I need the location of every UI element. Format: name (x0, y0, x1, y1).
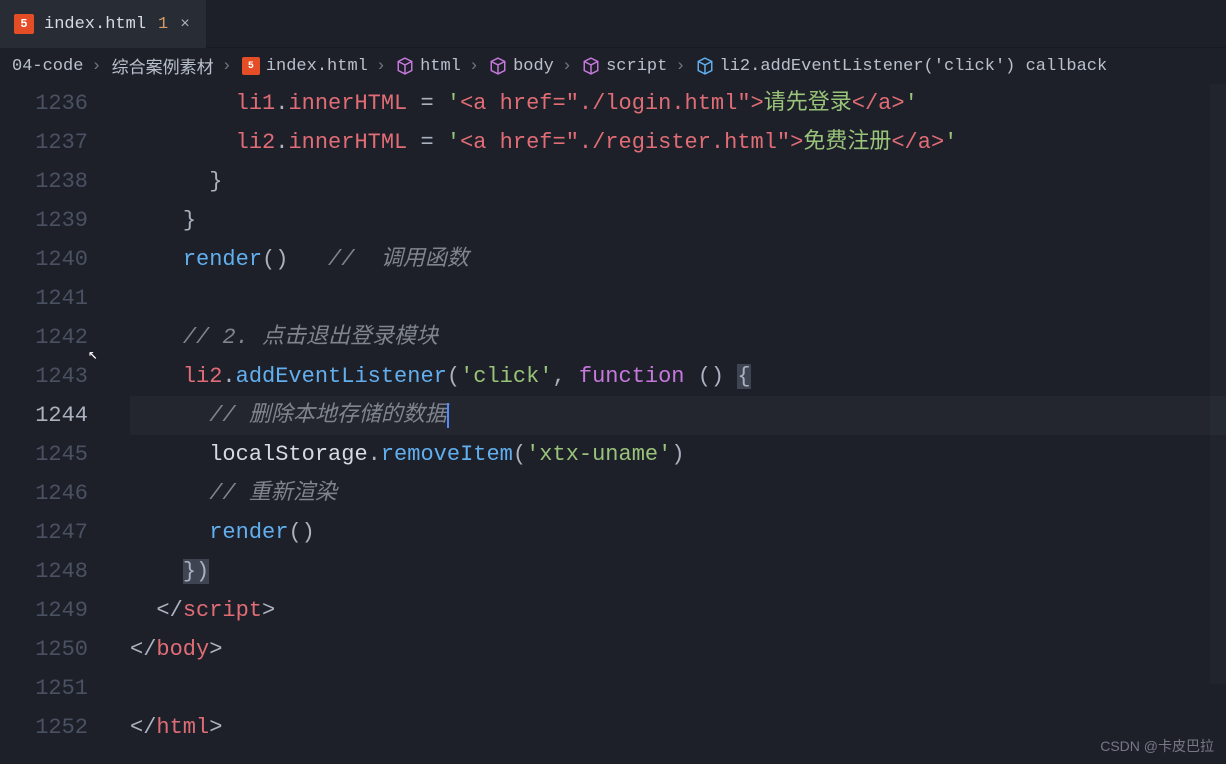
code-line: // 2. 点击退出登录模块 (130, 318, 1226, 357)
line-number: 1248 (0, 552, 88, 591)
line-number: 1241 (0, 279, 88, 318)
code-line: }) (130, 552, 1226, 591)
code-line: </html> (130, 708, 1226, 747)
code-editor[interactable]: 1236 1237 1238 1239 1240 1241 1242 1243 … (0, 84, 1226, 764)
line-number: 1242 (0, 318, 88, 357)
file-tab[interactable]: 5 index.html 1 × (0, 0, 206, 48)
line-number: 1250 (0, 630, 88, 669)
code-line: localStorage.removeItem('xtx-uname') (130, 435, 1226, 474)
chevron-right-icon: › (91, 57, 101, 76)
close-icon[interactable]: × (178, 13, 192, 35)
chevron-right-icon: › (675, 57, 685, 76)
breadcrumb-item[interactable]: script› (582, 57, 687, 76)
code-line: // 重新渲染 (130, 474, 1226, 513)
line-number: 1246 (0, 474, 88, 513)
symbol-icon (489, 57, 507, 75)
breadcrumb-item[interactable]: li2.addEventListener('click') callback (696, 57, 1108, 76)
code-line: li1.innerHTML = '<a href="./login.html">… (130, 84, 1226, 123)
breadcrumb-item[interactable]: 5index.html› (242, 57, 388, 76)
code-line: li2.innerHTML = '<a href="./register.htm… (130, 123, 1226, 162)
code-line (130, 669, 1226, 708)
line-number: 1236 (0, 84, 88, 123)
code-line: </body> (130, 630, 1226, 669)
line-number: 1247 (0, 513, 88, 552)
line-number: 1240 (0, 240, 88, 279)
code-content[interactable]: li1.innerHTML = '<a href="./login.html">… (100, 84, 1226, 764)
tab-modified-indicator: 1 (158, 15, 168, 34)
watermark: CSDN @卡皮巴拉 (1100, 736, 1214, 756)
line-number: 1245 (0, 435, 88, 474)
chevron-right-icon: › (469, 57, 479, 76)
line-number: 1252 (0, 708, 88, 747)
chevron-right-icon: › (562, 57, 572, 76)
line-number: 1243 (0, 357, 88, 396)
symbol-icon (696, 57, 714, 75)
line-number: 1237 (0, 123, 88, 162)
line-number: 1244 (0, 396, 88, 435)
html5-icon: 5 (14, 14, 34, 34)
line-number: 1251 (0, 669, 88, 708)
code-line: render() (130, 513, 1226, 552)
line-gutter: 1236 1237 1238 1239 1240 1241 1242 1243 … (0, 84, 100, 764)
line-number: 1239 (0, 201, 88, 240)
tab-filename: index.html (44, 15, 146, 34)
code-line (130, 279, 1226, 318)
code-line: // 删除本地存储的数据 (130, 396, 1226, 435)
code-line: } (130, 201, 1226, 240)
minimap[interactable] (1210, 84, 1226, 684)
symbol-icon (582, 57, 600, 75)
tab-bar: 5 index.html 1 × (0, 0, 1226, 48)
breadcrumb-item[interactable]: html› (396, 57, 481, 76)
html5-icon: 5 (242, 57, 260, 75)
code-line: </script> (130, 591, 1226, 630)
code-line: } (130, 162, 1226, 201)
line-number: 1249 (0, 591, 88, 630)
symbol-icon (396, 57, 414, 75)
chevron-right-icon: › (222, 57, 232, 76)
breadcrumb-item[interactable]: 综合案例素材› (112, 53, 234, 79)
chevron-right-icon: › (376, 57, 386, 76)
code-line: li2.addEventListener('click', function (… (130, 357, 1226, 396)
breadcrumb: 04-code› 综合案例素材› 5index.html› html› body… (0, 48, 1226, 84)
code-line: render() // 调用函数 (130, 240, 1226, 279)
breadcrumb-item[interactable]: 04-code› (12, 57, 104, 76)
breadcrumb-item[interactable]: body› (489, 57, 574, 76)
line-number: 1238 (0, 162, 88, 201)
